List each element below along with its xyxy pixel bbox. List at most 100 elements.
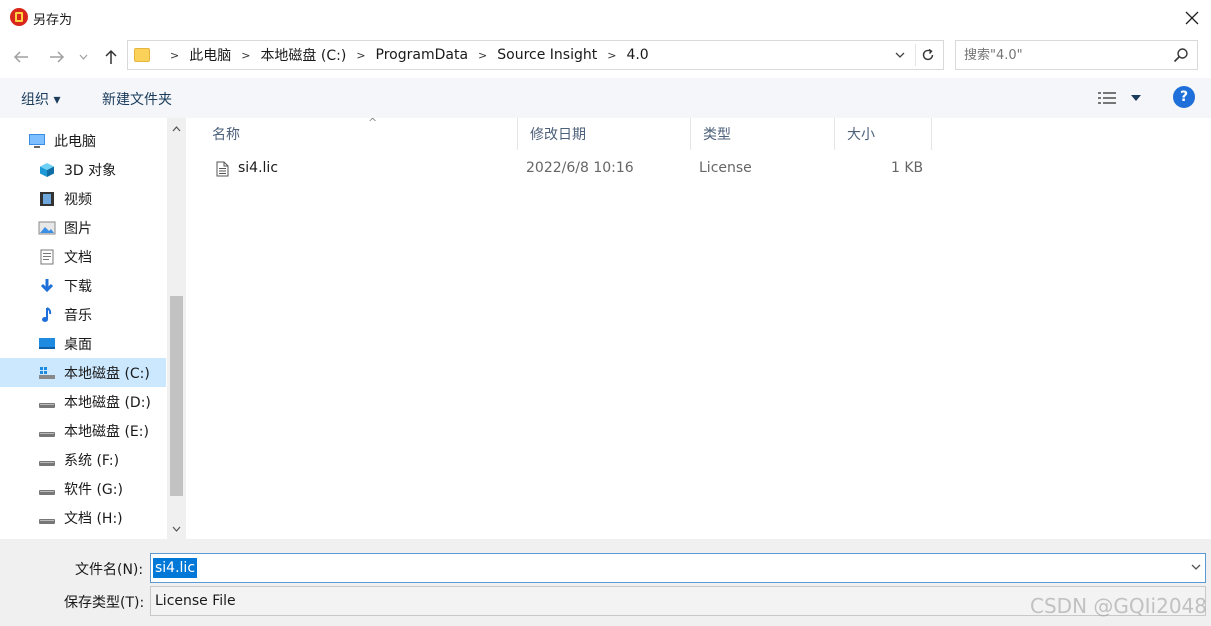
up-button[interactable]	[100, 46, 122, 68]
breadcrumb-item[interactable]: 本地磁盘 (C:)	[260, 45, 346, 65]
column-header-date[interactable]: 修改日期	[518, 118, 691, 150]
address-row: > 此电脑 > 本地磁盘 (C:) > ProgramData > Source…	[0, 36, 1211, 78]
column-header-name[interactable]: 名称 ^	[200, 116, 518, 150]
chevron-right-icon[interactable]: >	[356, 49, 365, 62]
sidebar-item-label: 文档 (H:)	[64, 510, 123, 527]
drive-icon	[39, 518, 55, 524]
file-date: 2022/6/8 10:16	[526, 160, 634, 176]
breadcrumb-item[interactable]: ProgramData	[376, 47, 469, 63]
sidebar-item-pictures[interactable]: 图片	[0, 213, 166, 242]
video-icon	[40, 191, 54, 206]
chevron-down-icon	[895, 52, 905, 58]
sort-ascending-icon: ^	[368, 116, 378, 129]
file-size: 1 KB	[891, 160, 924, 176]
address-bar[interactable]: > 此电脑 > 本地磁盘 (C:) > ProgramData > Source…	[127, 40, 944, 70]
help-button[interactable]: ?	[1173, 86, 1195, 108]
text-file-icon	[216, 161, 229, 177]
chevron-right-icon[interactable]: >	[607, 49, 616, 62]
sidebar-item-label: 下载	[64, 278, 92, 295]
address-dropdown-button[interactable]	[891, 46, 909, 64]
drive-icon	[39, 460, 55, 466]
app-icon	[10, 8, 28, 26]
filename-field[interactable]: si4.lic	[150, 553, 1206, 583]
search-input[interactable]	[964, 45, 1159, 65]
save-options-panel: 文件名(N): si4.lic 保存类型(T): License File CS…	[0, 539, 1211, 626]
breadcrumb: > 此电脑 > 本地磁盘 (C:) > ProgramData > Source…	[128, 41, 649, 69]
sidebar-item-label: 视频	[64, 191, 92, 208]
organize-button[interactable]: 组织 ▾	[21, 89, 60, 109]
column-name-label: 名称	[212, 127, 240, 143]
navigation-scrollbar[interactable]	[167, 118, 186, 539]
chevron-down-icon	[1131, 95, 1141, 101]
sidebar-item-label: 音乐	[64, 307, 92, 324]
up-arrow-icon	[105, 49, 117, 64]
download-icon	[40, 278, 54, 292]
back-button[interactable]	[10, 46, 32, 68]
breadcrumb-item[interactable]: 4.0	[626, 47, 648, 63]
sidebar-item-this-pc[interactable]: 此电脑	[0, 126, 166, 155]
sidebar-item-label: 图片	[64, 220, 92, 237]
sidebar-item-label: 本地磁盘 (C:)	[64, 365, 150, 382]
column-date-label: 修改日期	[530, 127, 586, 143]
refresh-icon	[922, 48, 933, 61]
chevron-right-icon[interactable]: >	[478, 49, 487, 62]
navigation-pane: 此电脑 3D 对象 视频 图片 文档 下载 音乐 桌面 本地磁盘 (C:) 本地…	[0, 118, 186, 539]
drive-icon	[39, 431, 55, 437]
music-icon	[42, 306, 52, 322]
file-list: 名称 ^ 修改日期 类型 大小 si4.lic 2022/6/8 10:16 L…	[187, 116, 1211, 539]
sidebar-item-drive-c[interactable]: 本地磁盘 (C:)	[0, 358, 166, 387]
sidebar-item-drive-e[interactable]: 本地磁盘 (E:)	[0, 416, 166, 445]
change-view-button[interactable]	[1097, 88, 1141, 108]
chevron-down-icon	[79, 54, 87, 60]
scroll-up-arrow-icon[interactable]	[170, 122, 183, 136]
search-icon[interactable]	[1173, 47, 1189, 63]
sidebar-item-drive-f[interactable]: 系统 (F:)	[0, 445, 166, 474]
filename-label: 文件名(N):	[75, 562, 144, 578]
sidebar-item-music[interactable]: 音乐	[0, 300, 166, 329]
sidebar-item-3d-objects[interactable]: 3D 对象	[0, 155, 166, 184]
desktop-icon	[39, 337, 55, 349]
sidebar-item-label: 本地磁盘 (E:)	[64, 423, 149, 440]
search-box[interactable]	[955, 40, 1198, 70]
sidebar-item-desktop[interactable]: 桌面	[0, 329, 166, 358]
close-icon	[1185, 11, 1199, 25]
sidebar-item-drive-d[interactable]: 本地磁盘 (D:)	[0, 387, 166, 416]
sidebar-item-downloads[interactable]: 下载	[0, 271, 166, 300]
chevron-right-icon[interactable]: >	[170, 49, 179, 62]
sidebar-item-label: 桌面	[64, 336, 92, 353]
column-type-label: 类型	[703, 127, 731, 143]
sidebar-item-label: 此电脑	[54, 133, 96, 150]
command-bar: 组织 ▾ 新建文件夹 ?	[0, 78, 1211, 118]
breadcrumb-item[interactable]: Source Insight	[497, 47, 597, 63]
filetype-label: 保存类型(T):	[64, 595, 145, 611]
scrollbar-thumb[interactable]	[170, 296, 183, 496]
sidebar-item-label: 文档	[64, 249, 92, 266]
column-header-size[interactable]: 大小	[835, 118, 932, 150]
watermark: CSDN @GQIi2048	[1030, 594, 1207, 618]
sidebar-item-drive-g[interactable]: 软件 (G:)	[0, 474, 166, 503]
windows-drive-icon	[39, 366, 55, 379]
column-header-type[interactable]: 类型	[691, 118, 835, 150]
file-row[interactable]: si4.lic 2022/6/8 10:16 License 1 KB	[203, 156, 943, 180]
forward-button[interactable]	[46, 46, 68, 68]
sidebar-item-documents[interactable]: 文档	[0, 242, 166, 271]
sidebar-item-drive-h[interactable]: 文档 (H:)	[0, 503, 166, 532]
scroll-down-arrow-icon[interactable]	[170, 522, 183, 536]
new-folder-button[interactable]: 新建文件夹	[102, 89, 172, 109]
recent-locations-button[interactable]	[76, 46, 90, 68]
chevron-right-icon[interactable]: >	[241, 49, 250, 62]
title-bar: 另存为	[0, 0, 1211, 36]
filename-value[interactable]: si4.lic	[153, 558, 198, 578]
refresh-button[interactable]	[915, 44, 939, 66]
breadcrumb-item[interactable]: 此电脑	[189, 45, 231, 65]
close-button[interactable]	[1177, 3, 1207, 33]
file-name: si4.lic	[238, 160, 279, 176]
folder-icon	[134, 48, 150, 62]
sidebar-item-videos[interactable]: 视频	[0, 184, 166, 213]
filetype-value: License File	[155, 593, 236, 609]
sidebar-item-label: 系统 (F:)	[64, 452, 120, 469]
chevron-down-icon[interactable]	[1191, 560, 1201, 573]
drive-icon	[39, 402, 55, 408]
sidebar-item-label: 3D 对象	[64, 162, 117, 179]
sidebar-item-label: 软件 (G:)	[64, 481, 123, 498]
